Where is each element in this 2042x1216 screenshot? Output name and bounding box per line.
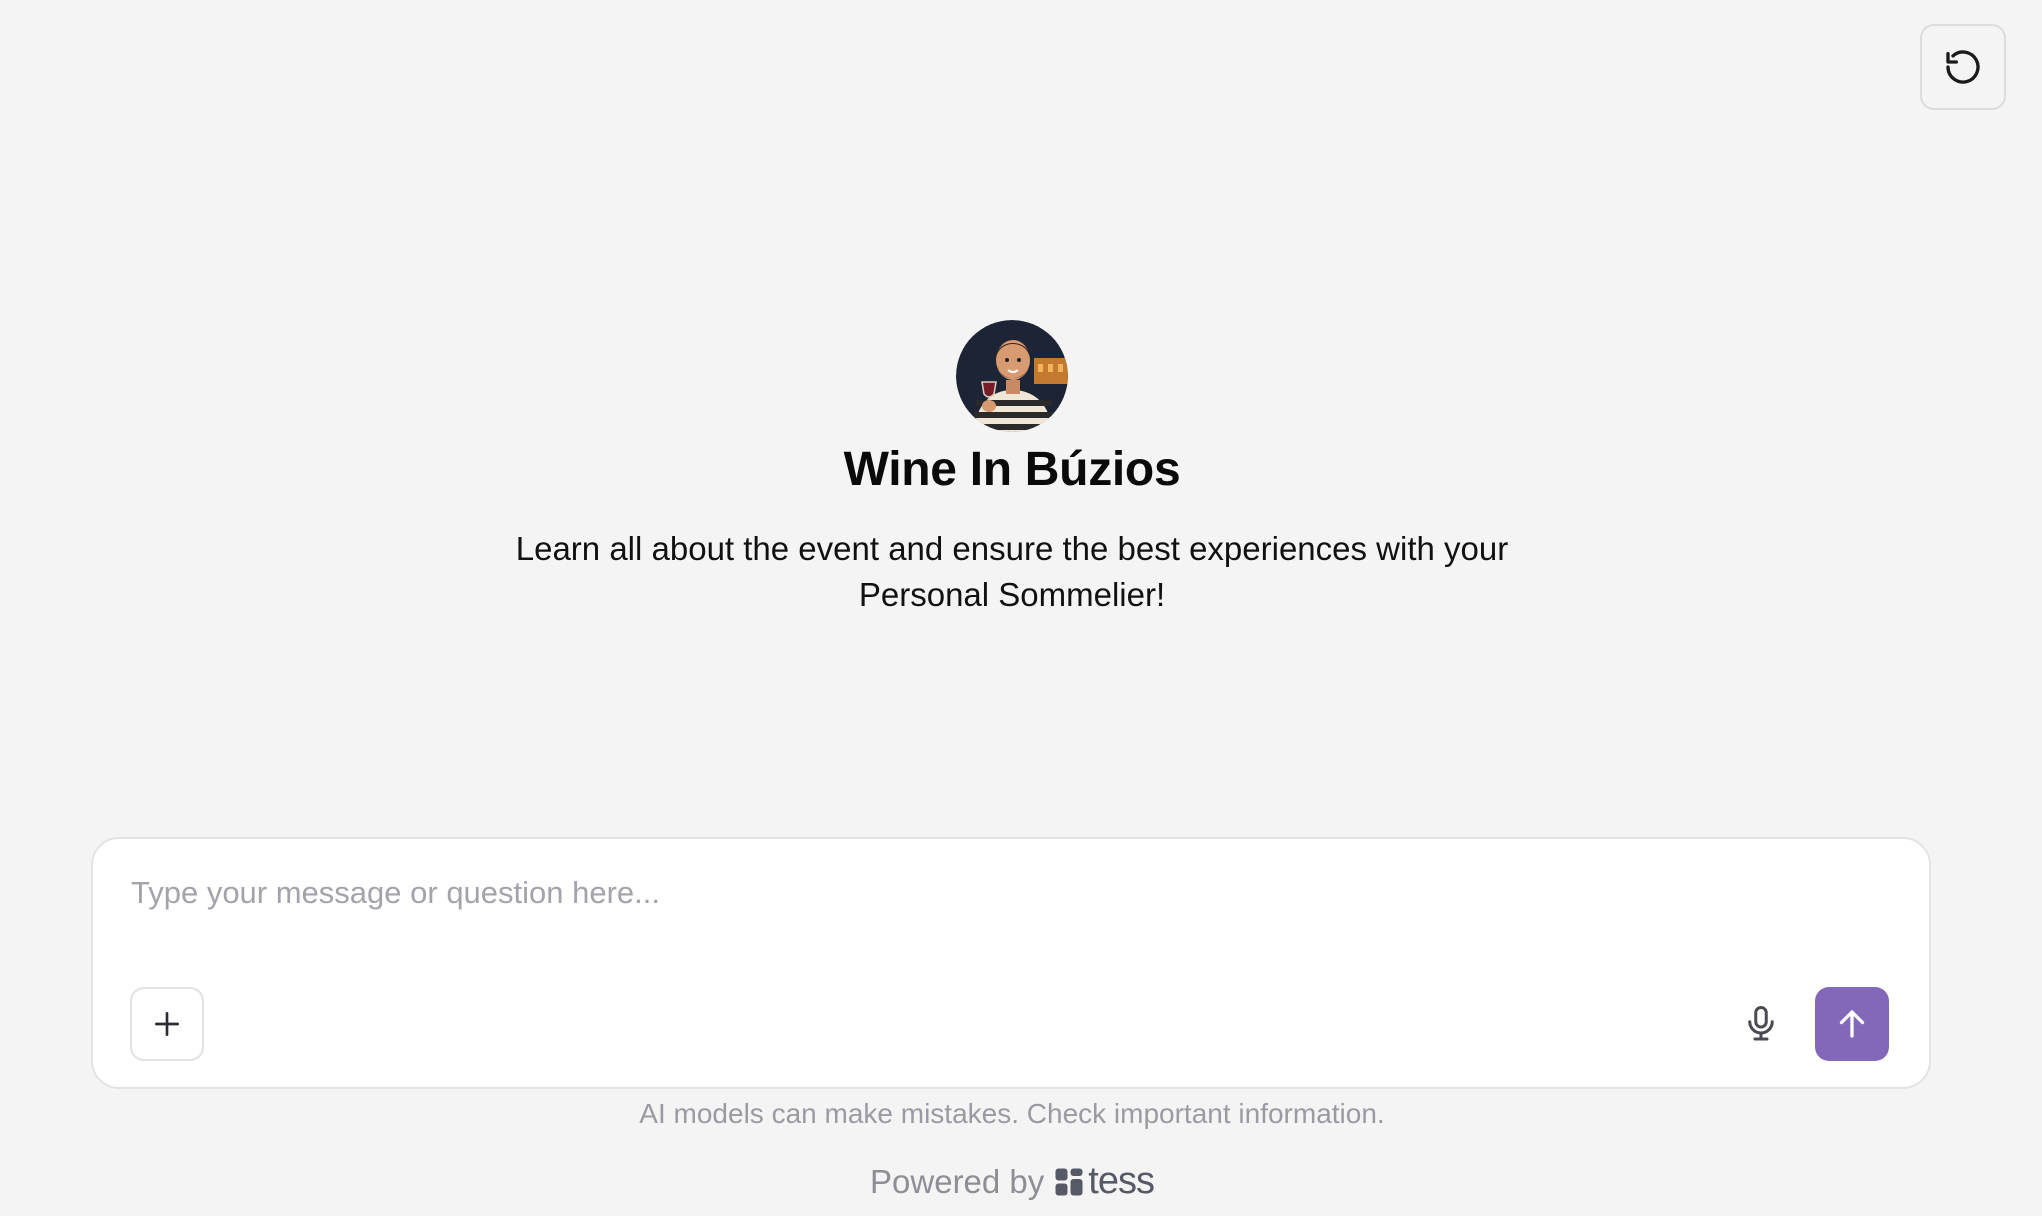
refresh-icon xyxy=(1946,50,1980,84)
brand-link[interactable]: tess xyxy=(1054,1160,1155,1203)
attach-button[interactable] xyxy=(130,987,204,1061)
microphone-icon xyxy=(1748,1006,1774,1041)
page-title: Wine In Búzios xyxy=(843,443,1181,496)
tess-logo-icon xyxy=(1055,1168,1083,1195)
ai-disclaimer: AI models can make mistakes. Check impor… xyxy=(639,1098,1385,1129)
hero-section: Wine In Búzios Learn all about the event… xyxy=(0,320,2024,618)
microphone-button[interactable] xyxy=(1729,992,1793,1056)
arrow-up-icon xyxy=(1839,1010,1865,1038)
message-composer xyxy=(91,837,1931,1089)
brand-name: tess xyxy=(1088,1160,1155,1202)
page-subtitle: Learn all about the event and ensure the… xyxy=(515,530,1509,613)
powered-by: Powered by tess xyxy=(0,1160,2024,1203)
plus-icon xyxy=(155,1012,179,1036)
powered-by-label: Powered by xyxy=(870,1162,1045,1200)
reset-chat-button[interactable] xyxy=(1920,24,2006,110)
sommelier-avatar xyxy=(956,320,1068,432)
send-button[interactable] xyxy=(1815,987,1889,1061)
message-input[interactable] xyxy=(129,873,1833,937)
